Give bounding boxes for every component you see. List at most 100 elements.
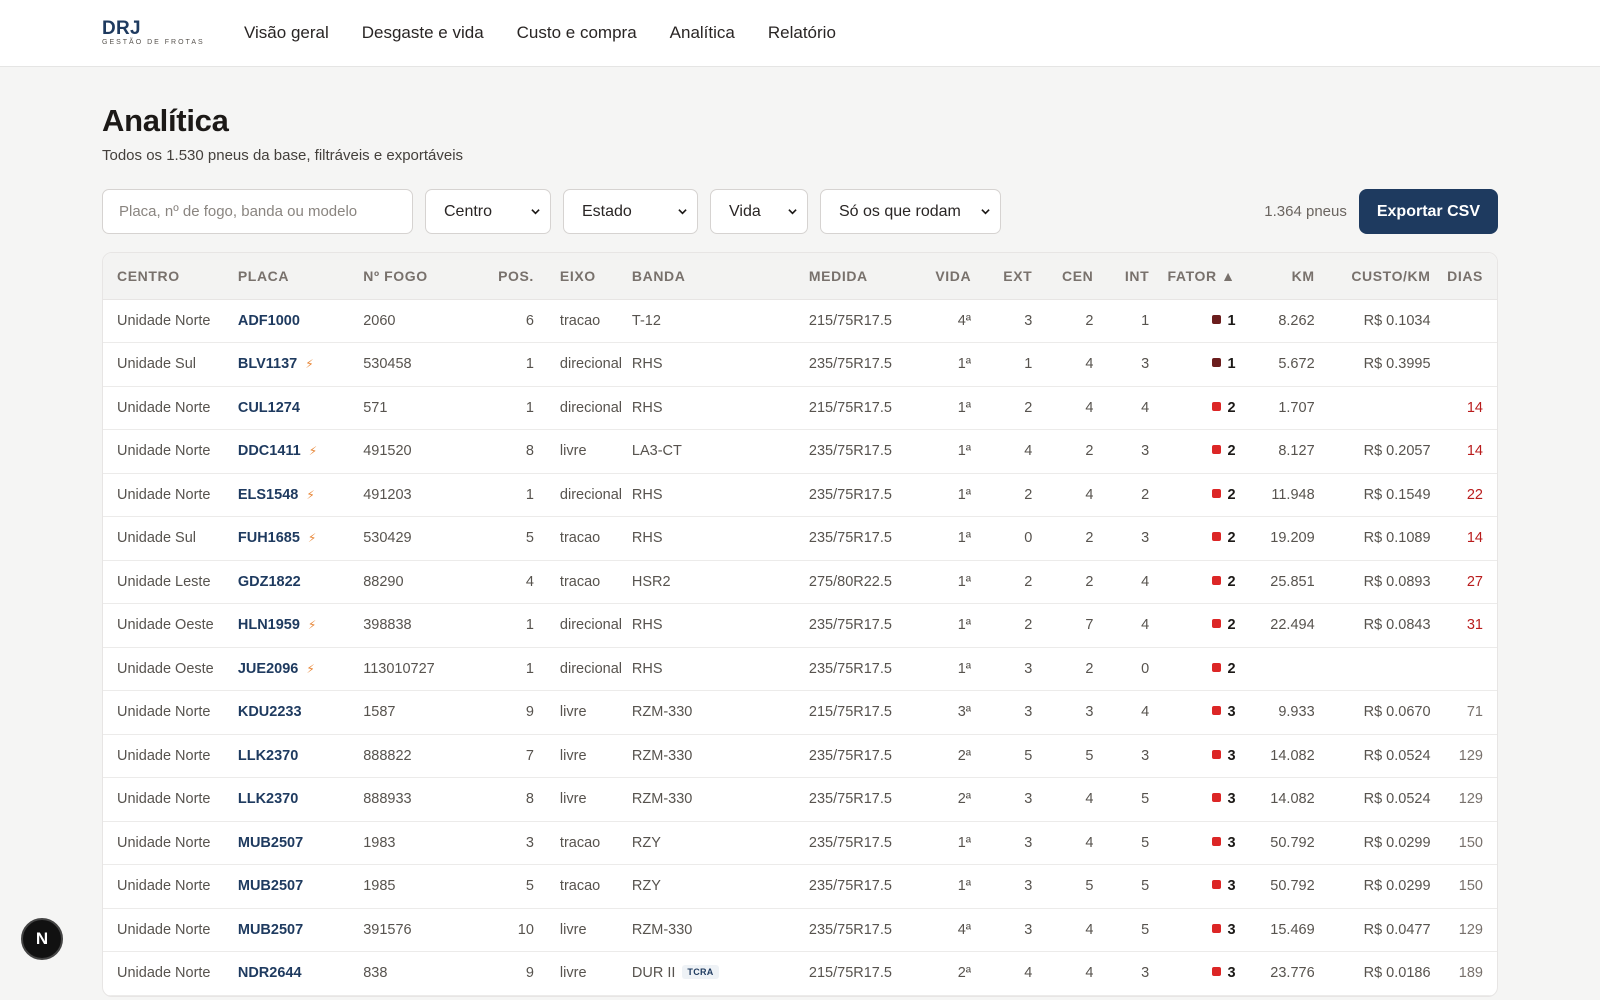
nav-item-visao-geral[interactable]: Visão geral bbox=[244, 23, 329, 43]
table-row[interactable]: Unidade Leste GDZ1822 88290 4 tracao HSR2 275/… bbox=[103, 560, 1497, 604]
table-row[interactable]: Unidade Oeste HLN1959 ⚡ 398838 1 direcional RH… bbox=[103, 603, 1497, 648]
cell-dias: 129 bbox=[1430, 777, 1497, 822]
col-header-ext[interactable]: EXT bbox=[971, 253, 1033, 300]
cell-km: 22.494 bbox=[1235, 603, 1315, 648]
cell-placa: NDR2644 bbox=[237, 951, 364, 996]
banda-value: RZM-330 bbox=[631, 747, 693, 764]
bolt-icon: ⚡ bbox=[307, 618, 317, 633]
cell-vida: 1ª bbox=[917, 821, 972, 865]
nav-item-custo-compra[interactable]: Custo e compra bbox=[517, 23, 637, 43]
col-header-fogo[interactable]: Nº FOGO bbox=[363, 253, 475, 300]
cell-cen: 4 bbox=[1032, 951, 1094, 996]
col-header-int[interactable]: INT bbox=[1093, 253, 1150, 300]
cell-banda: T-12 bbox=[631, 299, 809, 343]
cell-dias: 71 bbox=[1430, 690, 1497, 735]
placa-link[interactable]: DDC1411 bbox=[238, 443, 301, 459]
cell-int: 0 bbox=[1093, 647, 1150, 691]
col-header-vida[interactable]: VIDA bbox=[917, 253, 972, 300]
cell-vida: 1ª bbox=[917, 386, 972, 430]
cell-centro: Unidade Norte bbox=[103, 951, 238, 996]
top-navbar: DRJ GESTÃO DE FROTAS Visão geral Desgast… bbox=[0, 0, 1600, 67]
nav-item-analitica[interactable]: Analítica bbox=[670, 23, 735, 43]
cell-ext: 3 bbox=[971, 299, 1033, 343]
table-row[interactable]: Unidade Norte MUB2507 391576 10 livre RZM-330… bbox=[103, 908, 1497, 952]
rodam-select[interactable]: Só os que rodam bbox=[820, 189, 1001, 234]
table-row[interactable]: Unidade Oeste JUE2096 ⚡ 113010727 1 direciona… bbox=[103, 647, 1497, 691]
table-row[interactable]: Unidade Norte LLK2370 888822 7 livre RZM-330 2… bbox=[103, 734, 1497, 778]
col-header-custo[interactable]: CUSTO/KM bbox=[1314, 253, 1431, 300]
table-row[interactable]: Unidade Norte MUB2507 1983 3 tracao RZY 235/75… bbox=[103, 821, 1497, 865]
cell-fogo: 838 bbox=[363, 951, 475, 996]
placa-link[interactable]: KDU2233 bbox=[238, 704, 302, 720]
cell-int: 1 bbox=[1093, 299, 1150, 343]
bolt-icon: ⚡ bbox=[308, 444, 318, 459]
col-header-fator[interactable]: FATOR ▲ bbox=[1149, 253, 1236, 300]
col-header-cen[interactable]: CEN bbox=[1032, 253, 1094, 300]
placa-link[interactable]: GDZ1822 bbox=[238, 574, 301, 590]
cell-km: 1.707 bbox=[1235, 386, 1315, 430]
fator-value: 2 bbox=[1227, 617, 1236, 634]
estado-select[interactable]: Estado bbox=[563, 189, 698, 234]
cell-placa: JUE2096 ⚡ bbox=[237, 647, 364, 691]
placa-link[interactable]: LLK2370 bbox=[238, 791, 298, 807]
cell-banda: RZM-330 bbox=[631, 777, 809, 822]
table-row[interactable]: Unidade Sul FUH1685 ⚡ 530429 5 tracao RHS 235/7… bbox=[103, 516, 1497, 561]
cell-vida: 1ª bbox=[917, 647, 972, 691]
table-row[interactable]: Unidade Norte MUB2507 1985 5 tracao RZY 235/75… bbox=[103, 864, 1497, 909]
table-body: Unidade Norte ADF1000 2060 6 tracao T-12 215/7… bbox=[103, 299, 1497, 996]
search-input[interactable] bbox=[102, 189, 413, 234]
cell-centro: Unidade Sul bbox=[103, 516, 238, 561]
cell-km: 50.792 bbox=[1235, 821, 1315, 865]
nav-item-desgaste-vida[interactable]: Desgaste e vida bbox=[362, 23, 484, 43]
table-row[interactable]: Unidade Norte ADF1000 2060 6 tracao T-12 215/7… bbox=[103, 299, 1497, 343]
placa-link[interactable]: LLK2370 bbox=[238, 748, 298, 764]
col-header-centro[interactable]: CENTRO bbox=[103, 253, 238, 300]
nav-item-relatorio[interactable]: Relatório bbox=[768, 23, 836, 43]
placa-link[interactable]: CUL1274 bbox=[238, 400, 300, 416]
table-row[interactable]: Unidade Norte ELS1548 ⚡ 491203 1 direcional RH… bbox=[103, 473, 1497, 517]
brand-logo[interactable]: DRJ GESTÃO DE FROTAS bbox=[102, 19, 203, 47]
cell-custo: R$ 0.0299 bbox=[1314, 864, 1431, 909]
centro-select[interactable]: Centro bbox=[425, 189, 551, 234]
col-header-pos[interactable]: POS. bbox=[474, 253, 534, 300]
placa-link[interactable]: NDR2644 bbox=[238, 965, 302, 981]
table-row[interactable]: Unidade Norte CUL1274 571 1 direcional RHS 215… bbox=[103, 386, 1497, 430]
placa-link[interactable]: HLN1959 bbox=[238, 617, 300, 633]
cell-eixo: direcional bbox=[533, 342, 632, 387]
cell-medida: 235/75R17.5 bbox=[808, 821, 918, 865]
vida-select[interactable]: Vida bbox=[710, 189, 808, 234]
cell-custo: R$ 0.0670 bbox=[1314, 690, 1431, 735]
cell-pos: 9 bbox=[474, 690, 534, 735]
placa-link[interactable]: MUB2507 bbox=[238, 878, 303, 894]
cell-cen: 2 bbox=[1032, 560, 1094, 604]
placa-link[interactable]: JUE2096 bbox=[238, 661, 298, 677]
col-header-banda[interactable]: BANDA bbox=[631, 253, 809, 300]
placa-link[interactable]: MUB2507 bbox=[238, 922, 303, 938]
table-row[interactable]: Unidade Norte NDR2644 838 9 livre DUR II TCRA 2… bbox=[103, 951, 1497, 996]
cell-fator: 1 bbox=[1149, 299, 1236, 343]
table-row[interactable]: Unidade Sul BLV1137 ⚡ 530458 1 direcional RHS 2… bbox=[103, 342, 1497, 387]
cell-fator: 2 bbox=[1149, 647, 1236, 691]
cell-vida: 1ª bbox=[917, 864, 972, 909]
placa-link[interactable]: FUH1685 bbox=[238, 530, 300, 546]
table-row[interactable]: Unidade Norte KDU2233 1587 9 livre RZM-330 215… bbox=[103, 690, 1497, 735]
cell-fator: 3 bbox=[1149, 908, 1236, 952]
cell-fogo: 1985 bbox=[363, 864, 475, 909]
table-row[interactable]: Unidade Norte LLK2370 888933 8 livre RZM-330 2… bbox=[103, 777, 1497, 822]
cell-fator: 3 bbox=[1149, 864, 1236, 909]
placa-link[interactable]: ELS1548 bbox=[238, 487, 298, 503]
dev-indicator-badge[interactable]: N bbox=[21, 918, 63, 960]
col-header-eixo[interactable]: EIXO bbox=[533, 253, 632, 300]
col-header-km[interactable]: KM bbox=[1235, 253, 1315, 300]
export-csv-button[interactable]: Exportar CSV bbox=[1358, 189, 1498, 234]
placa-link[interactable]: ADF1000 bbox=[238, 313, 300, 329]
cell-km: 11.948 bbox=[1235, 473, 1315, 517]
placa-link[interactable]: BLV1137 bbox=[238, 356, 297, 372]
placa-link[interactable]: MUB2507 bbox=[238, 835, 303, 851]
table-row[interactable]: Unidade Norte DDC1411 ⚡ 491520 8 livre LA3-CT 2… bbox=[103, 429, 1497, 474]
col-header-medida[interactable]: MEDIDA bbox=[808, 253, 918, 300]
col-header-dias[interactable]: DIAS bbox=[1430, 253, 1497, 300]
cell-fogo: 491520 bbox=[363, 429, 475, 474]
col-header-placa[interactable]: PLACA bbox=[237, 253, 364, 300]
cell-banda: RZM-330 bbox=[631, 908, 809, 952]
